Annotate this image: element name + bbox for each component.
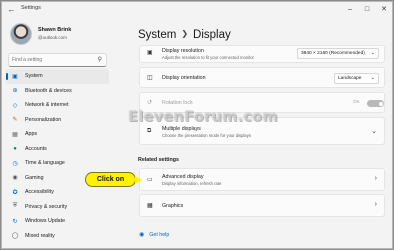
lock-rotation-icon: ↺: [147, 100, 153, 106]
help-icon: ◉: [139, 232, 145, 238]
search-icon[interactable]: ⚲: [98, 56, 102, 63]
card-title: Multiple displays: [162, 126, 201, 132]
sidebar-item-label: Personalization: [25, 116, 62, 123]
sidebar-item-label: Accounts: [25, 145, 47, 152]
user-email: @outlook.com: [38, 35, 67, 40]
display-resolution-card[interactable]: ▣ Display resolution Adjust the resoluti…: [139, 45, 385, 63]
globe-clock-icon: ◷: [12, 160, 18, 167]
chevron-right-icon: ›: [374, 175, 377, 182]
person-icon: ●: [13, 145, 17, 152]
sidebar-item-label: Bluetooth & devices: [25, 87, 72, 94]
card-subtitle: Adjust the resolution to fit your connec…: [162, 55, 254, 60]
sidebar-nav: ▣ System ⊛ Bluetooth & devices ◇ Network…: [6, 69, 109, 243]
chevron-down-icon: ⌄: [370, 75, 375, 81]
title-bar: ← Settings – □ ✕: [2, 2, 392, 18]
sidebar-item-personalization[interactable]: ✎ Personalization: [6, 113, 109, 128]
brush-icon: ✎: [12, 117, 18, 124]
orientation-dropdown[interactable]: Landscape ⌄: [334, 73, 379, 84]
chevron-right-icon: ›: [374, 201, 377, 208]
dropdown-value: 3840 × 2160 (Recommended): [301, 51, 365, 56]
sidebar-item-label: Windows Update: [25, 218, 66, 225]
sidebar-item-label: Gaming: [25, 174, 44, 181]
dropdown-value: Landscape: [338, 76, 362, 81]
maximize-button[interactable]: □: [359, 2, 375, 18]
related-settings-heading: Related settings: [138, 157, 179, 163]
sidebar-item-apps[interactable]: ▦ Apps: [6, 127, 109, 142]
apps-icon: ▦: [12, 131, 18, 138]
toggle-state-label: On: [353, 100, 360, 105]
get-help-label: Get help: [149, 232, 170, 238]
sidebar-item-time-language[interactable]: ◷ Time & language: [6, 156, 109, 171]
app-title: Settings: [21, 5, 41, 11]
graphics-card[interactable]: ▦ Graphics ›: [139, 194, 385, 217]
resolution-icon: ▣: [147, 50, 153, 56]
sidebar-item-privacy[interactable]: ⛨ Privacy & security: [6, 200, 109, 215]
card-title: Display orientation: [162, 75, 206, 81]
orientation-icon: ◫: [147, 75, 153, 81]
sidebar-item-label: Mixed reality: [25, 232, 55, 239]
close-button[interactable]: ✕: [376, 2, 392, 18]
sidebar-item-label: Accessibility: [25, 189, 54, 196]
back-arrow-icon[interactable]: ←: [6, 4, 17, 15]
display-orientation-card[interactable]: ◫ Display orientation Landscape ⌄: [139, 67, 385, 88]
sidebar-item-mixed-reality[interactable]: ◯ Mixed reality: [6, 229, 109, 244]
advanced-display-card[interactable]: ▭ Advanced display Display information, …: [139, 168, 385, 191]
wifi-icon: ◇: [12, 102, 18, 109]
user-name: Shawn Brink: [38, 27, 72, 33]
breadcrumb-parent[interactable]: System: [138, 29, 176, 41]
sidebar-item-label: Network & internet: [25, 102, 69, 109]
card-subtitle: Display information, refresh rate: [162, 181, 222, 186]
gamepad-icon: ◉: [12, 175, 18, 182]
sidebar-item-accessibility[interactable]: ✪ Accessibility: [6, 185, 109, 200]
watermark: ElevenForum.com: [128, 109, 278, 125]
monitor-icon: ▣: [12, 73, 18, 80]
click-on-callout: Click on: [85, 172, 142, 187]
headset-icon: ◯: [11, 233, 19, 240]
settings-content[interactable]: ▣ Display resolution Adjust the resoluti…: [137, 45, 387, 248]
sidebar-item-accounts[interactable]: ● Accounts: [6, 142, 109, 157]
avatar[interactable]: [10, 23, 32, 45]
card-title: Rotation lock: [162, 100, 193, 106]
card-title: Display resolution: [162, 48, 204, 54]
card-subtitle: Choose the presentation mode for your di…: [162, 133, 251, 138]
sidebar-item-label: Time & language: [25, 160, 65, 167]
card-title: Graphics: [162, 203, 184, 209]
shield-icon: ⛨: [12, 203, 18, 210]
accessibility-icon: ✪: [12, 189, 18, 196]
breadcrumb: System ❯ Display: [138, 29, 231, 41]
minimize-button[interactable]: –: [342, 2, 358, 18]
resolution-dropdown[interactable]: 3840 × 2160 (Recommended) ⌄: [297, 48, 379, 59]
get-help-link[interactable]: ◉ Get help: [139, 231, 169, 238]
card-title: Advanced display: [162, 174, 204, 180]
search-box[interactable]: ⚲: [8, 53, 107, 67]
bluetooth-icon: ⊛: [12, 88, 18, 95]
monitor-icon: ▭: [147, 177, 153, 183]
chevron-down-icon: ⌄: [370, 50, 375, 56]
multiple-displays-icon: ⧉: [147, 128, 152, 134]
sidebar-item-bluetooth[interactable]: ⊛ Bluetooth & devices: [6, 84, 109, 99]
sidebar-item-label: System: [25, 73, 43, 80]
search-input[interactable]: [12, 55, 92, 65]
chevron-down-icon: ⌄: [371, 128, 377, 135]
graphics-icon: ▦: [147, 203, 153, 209]
sidebar-item-windows-update[interactable]: ↻ Windows Update: [6, 214, 109, 229]
sidebar-item-label: Privacy & security: [25, 203, 68, 210]
settings-window: ← Settings – □ ✕ Shawn Brink @outlook.co…: [1, 1, 393, 249]
rotation-lock-toggle: [367, 100, 384, 107]
callout-text: Click on: [96, 176, 125, 183]
sidebar-item-label: Apps: [25, 131, 38, 138]
breadcrumb-current: Display: [193, 29, 231, 41]
chevron-right-icon: ❯: [181, 29, 189, 38]
sidebar-item-network[interactable]: ◇ Network & internet: [6, 98, 109, 113]
update-icon: ↻: [12, 218, 18, 225]
sidebar-item-system[interactable]: ▣ System: [6, 69, 109, 84]
